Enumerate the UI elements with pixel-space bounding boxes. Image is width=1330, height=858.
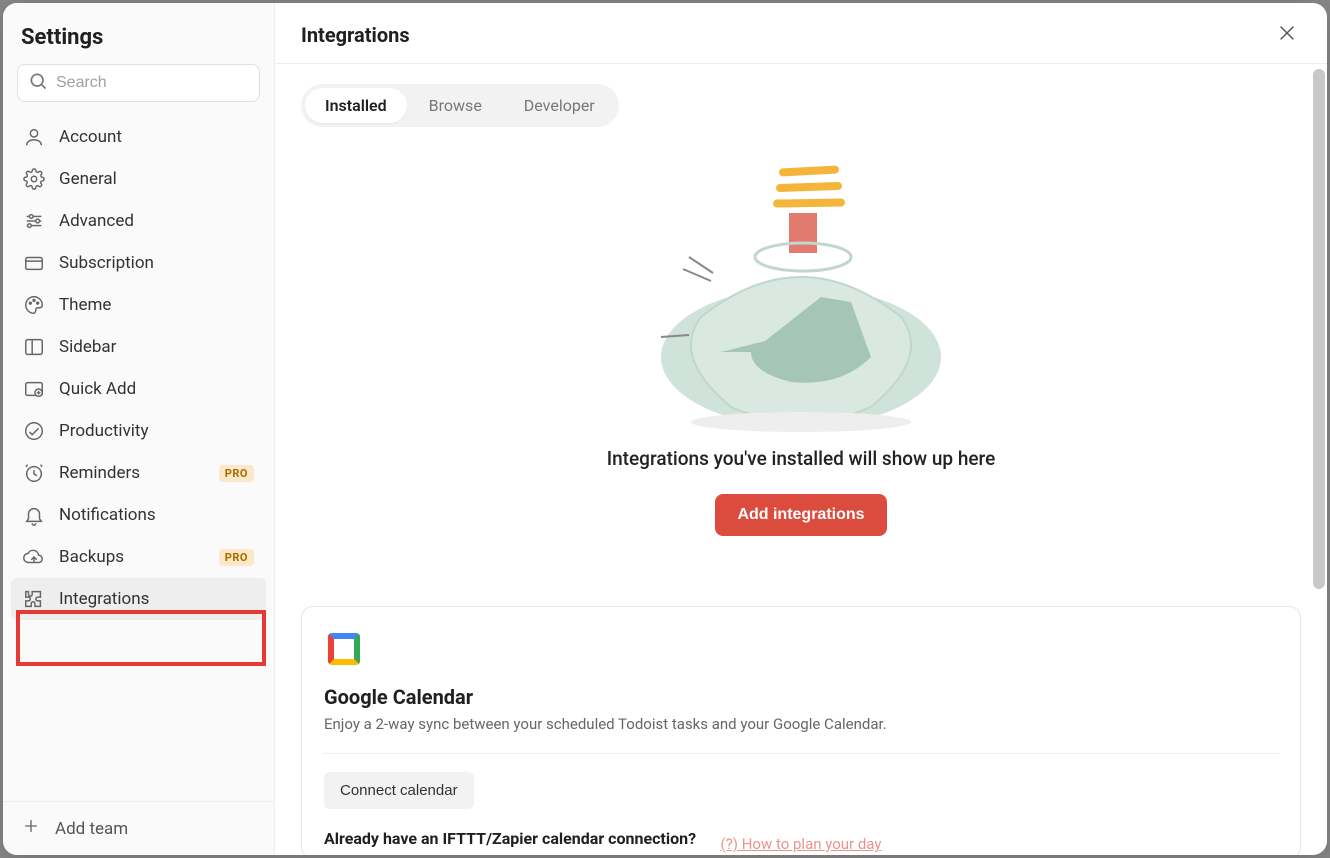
tab-developer[interactable]: Developer — [504, 88, 615, 123]
account-icon — [23, 126, 45, 148]
bell-icon — [23, 504, 45, 526]
sidebar-item-label: Sidebar — [59, 337, 254, 357]
google-calendar-card: Google Calendar Enjoy a 2-way sync betwe… — [301, 606, 1301, 855]
card-title: Google Calendar — [324, 685, 1278, 709]
sidebar: Settings Account General — [3, 3, 275, 855]
google-calendar-icon — [324, 629, 364, 669]
sidebar-item-label: Subscription — [59, 253, 254, 273]
pro-badge: PRO — [219, 549, 254, 566]
card-description: Enjoy a 2-way sync between your schedule… — [324, 715, 1278, 733]
tabs: Installed Browse Developer — [301, 84, 619, 127]
scrollbar-thumb[interactable] — [1313, 69, 1325, 589]
sliders-icon — [23, 210, 45, 232]
close-icon — [1276, 22, 1298, 48]
quick-add-icon — [23, 378, 45, 400]
plus-icon — [21, 816, 41, 841]
sidebar-item-label: Notifications — [59, 505, 254, 525]
sidebar-item-label: Productivity — [59, 421, 254, 441]
sidebar-item-reminders[interactable]: Reminders PRO — [11, 452, 266, 494]
sidebar-item-advanced[interactable]: Advanced — [11, 200, 266, 242]
sidebar-item-label: Quick Add — [59, 379, 254, 399]
search-icon — [28, 71, 48, 95]
sidebar-item-label: Reminders — [59, 463, 205, 483]
main-body: Installed Browse Developer — [275, 64, 1327, 855]
divider — [322, 753, 1280, 754]
sidebar-item-productivity[interactable]: Productivity — [11, 410, 266, 452]
main-panel: Integrations Installed Browse Developer — [275, 3, 1327, 855]
sidebar-item-account[interactable]: Account — [11, 116, 266, 158]
productivity-icon — [23, 420, 45, 442]
close-button[interactable] — [1273, 21, 1301, 49]
empty-state: Integrations you've installed will show … — [301, 127, 1301, 576]
pro-badge: PRO — [219, 465, 254, 482]
tab-installed[interactable]: Installed — [305, 88, 407, 123]
sidebar-item-label: Account — [59, 127, 254, 147]
sidebar-item-subscription[interactable]: Subscription — [11, 242, 266, 284]
sidebar-item-general[interactable]: General — [11, 158, 266, 200]
sidebar-item-quick-add[interactable]: Quick Add — [11, 368, 266, 410]
puzzle-icon — [23, 588, 45, 610]
sidebar-item-theme[interactable]: Theme — [11, 284, 266, 326]
sidebar-item-notifications[interactable]: Notifications — [11, 494, 266, 536]
sidebar-item-label: General — [59, 169, 254, 189]
sidebar-item-integrations[interactable]: Integrations — [11, 578, 266, 620]
add-team-label: Add team — [55, 819, 128, 839]
sidebar-item-label: Theme — [59, 295, 254, 315]
gear-icon — [23, 168, 45, 190]
tab-browse[interactable]: Browse — [409, 88, 502, 123]
empty-illustration — [641, 157, 961, 437]
card-icon — [23, 252, 45, 274]
palette-icon — [23, 294, 45, 316]
cloud-icon — [23, 546, 45, 568]
main-header: Integrations — [275, 3, 1327, 64]
search-input[interactable] — [56, 74, 263, 92]
add-team-button[interactable]: Add team — [3, 801, 274, 855]
sidebar-item-label: Backups — [59, 547, 205, 567]
sidebar-item-sidebar[interactable]: Sidebar — [11, 326, 266, 368]
sidebar-item-label: Advanced — [59, 211, 254, 231]
empty-text: Integrations you've installed will show … — [607, 447, 996, 470]
connect-calendar-button[interactable]: Connect calendar — [324, 772, 474, 809]
page-title: Integrations — [301, 23, 410, 47]
sidebar-item-backups[interactable]: Backups PRO — [11, 536, 266, 578]
clock-icon — [23, 462, 45, 484]
layout-icon — [23, 336, 45, 358]
settings-modal: Settings Account General — [3, 3, 1327, 855]
footer-hint-link[interactable]: (?) How to plan your day — [721, 835, 882, 853]
add-integrations-button[interactable]: Add integrations — [715, 494, 886, 536]
sidebar-header: Settings — [3, 3, 274, 64]
sidebar-nav: Account General Advanced Subscription — [3, 112, 274, 801]
sidebar-item-label: Integrations — [59, 589, 254, 609]
search-field[interactable] — [17, 64, 260, 102]
sidebar-title: Settings — [21, 25, 256, 50]
